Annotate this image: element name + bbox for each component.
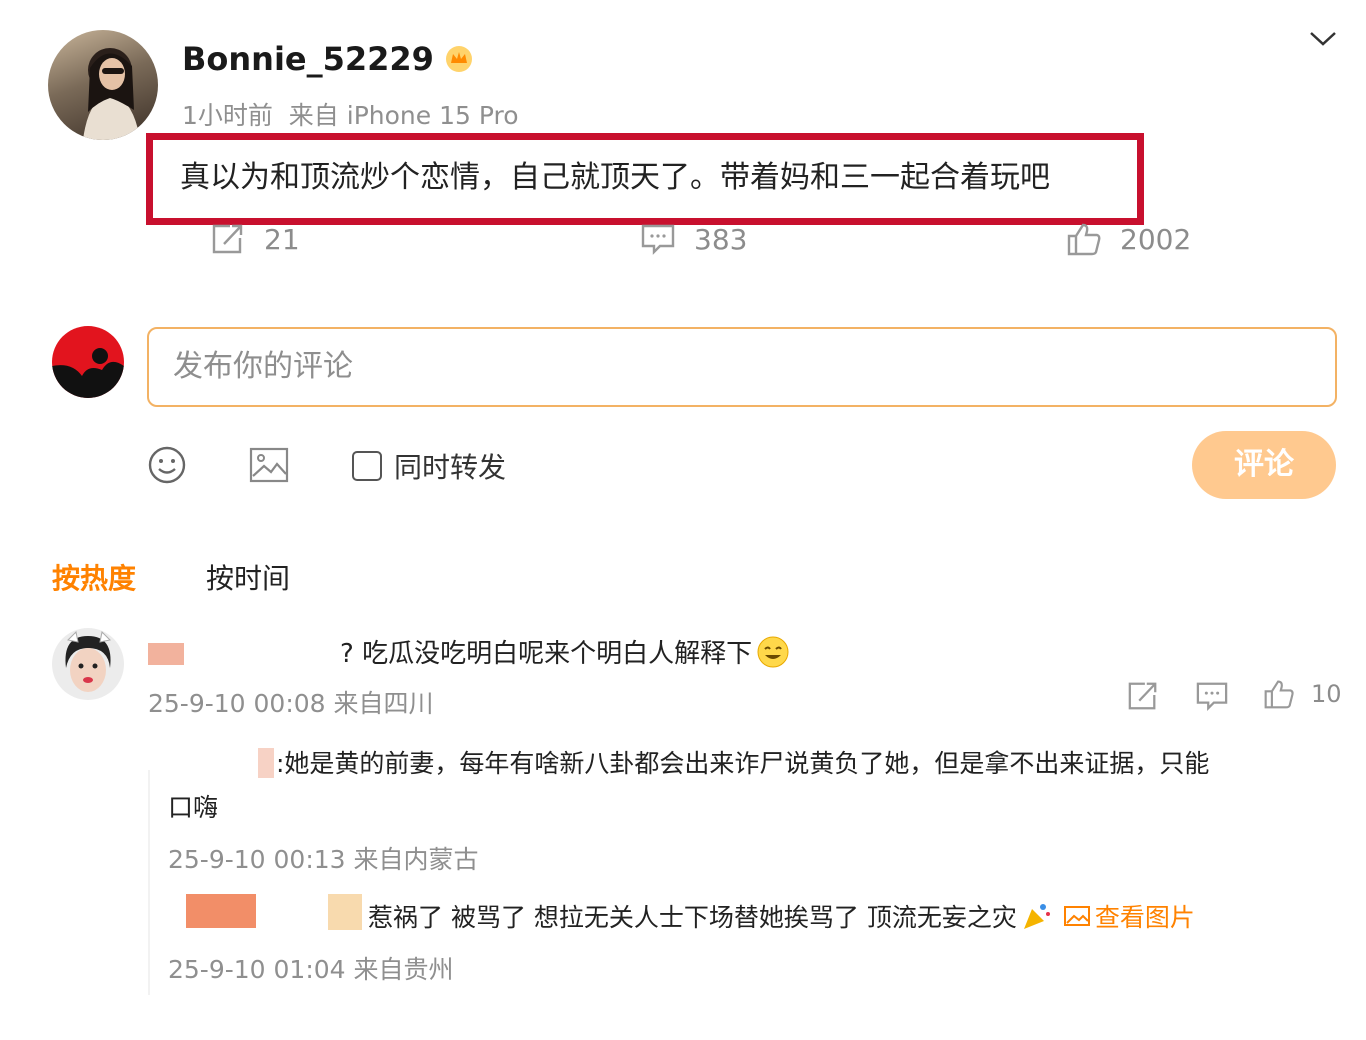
reply-1-text: :她是黄的前妻，每年有啥新八卦都会出来诈尸说黄负了她，但是拿不出来证据，只能 [276, 749, 1210, 778]
current-user-avatar-image [52, 348, 124, 398]
comment-text: ? 吃瓜没吃明白呢来个明白人解释下 [340, 633, 790, 670]
post-content: 真以为和顶流炒个恋情，自己就顶天了。带着妈和三一起合着玩吧 [180, 160, 1050, 195]
commenter-avatar[interactable] [52, 628, 124, 700]
submit-comment-button[interactable]: 评论 [1192, 431, 1336, 499]
reply-1-name-redacted [258, 748, 274, 778]
username-text: Bonnie_52229 [182, 40, 434, 78]
crown-badge-icon [444, 44, 474, 74]
commenter-name-redacted [148, 643, 184, 665]
reply-2-text: 惹祸了 被骂了 想拉无关人士下场替她挨骂了 顶流无妄之灾 [368, 903, 1017, 932]
like-action[interactable]: 2002 [1066, 222, 1191, 256]
view-image-icon[interactable] [1063, 904, 1091, 928]
reply-2-name-redacted [186, 894, 256, 928]
reply-2-meta: 25-9-10 01:04 来自贵州 [168, 955, 454, 984]
tab-sort-time[interactable]: 按时间 [206, 557, 290, 597]
chevron-down-icon[interactable] [1306, 26, 1340, 50]
comment-icon [640, 222, 676, 256]
party-popper-icon [1021, 900, 1053, 932]
repost-checkbox-label: 同时转发 [394, 451, 507, 484]
reply-2-text-line: 惹祸了 被骂了 想拉无关人士下场替她挨骂了 顶流无妄之灾 查看图片 [368, 898, 1195, 934]
comment-count: 383 [694, 222, 748, 256]
reply-1-text-continued: 口嗨 [168, 793, 219, 822]
repost-icon [210, 222, 246, 256]
comment-thumbs-up-icon [1263, 678, 1295, 710]
comment-repost-icon[interactable] [1126, 680, 1160, 712]
comment-like-action[interactable]: 10 [1263, 678, 1342, 710]
view-image-link[interactable]: 查看图片 [1095, 898, 1195, 934]
post-username[interactable]: Bonnie_52229 [182, 40, 474, 78]
author-avatar[interactable] [48, 30, 158, 140]
comment-meta: 25-9-10 00:08 来自四川 [148, 689, 434, 718]
comment-reply-icon[interactable] [1195, 680, 1229, 712]
grinning-emoji-icon [756, 635, 790, 669]
comment-input[interactable] [171, 329, 1315, 403]
commenter-avatar-image [65, 630, 112, 692]
repost-action[interactable]: 21 [210, 222, 300, 256]
current-user-avatar[interactable] [52, 326, 124, 398]
comment-text-content: ? 吃瓜没吃明白呢来个明白人解释下 [340, 639, 753, 669]
tab-sort-hot[interactable]: 按热度 [52, 557, 136, 597]
emoji-icon[interactable] [147, 445, 187, 485]
repost-checkbox-option[interactable]: 同时转发 [352, 446, 506, 486]
repost-checkbox[interactable] [352, 451, 382, 481]
repost-count: 21 [264, 222, 300, 256]
comment-action[interactable]: 383 [640, 222, 747, 256]
like-count: 2002 [1120, 222, 1192, 256]
reply-1-meta: 25-9-10 00:13 来自内蒙古 [168, 845, 479, 874]
comment-input-box[interactable] [147, 327, 1337, 407]
image-upload-icon[interactable] [249, 446, 289, 484]
replies-divider [148, 770, 150, 995]
reply-2-target-redacted [328, 894, 362, 930]
thumbs-up-icon [1066, 222, 1102, 256]
post-meta: 1小时前 来自 iPhone 15 Pro [182, 101, 519, 130]
author-avatar-image [83, 48, 140, 140]
comment-like-count: 10 [1311, 680, 1342, 708]
